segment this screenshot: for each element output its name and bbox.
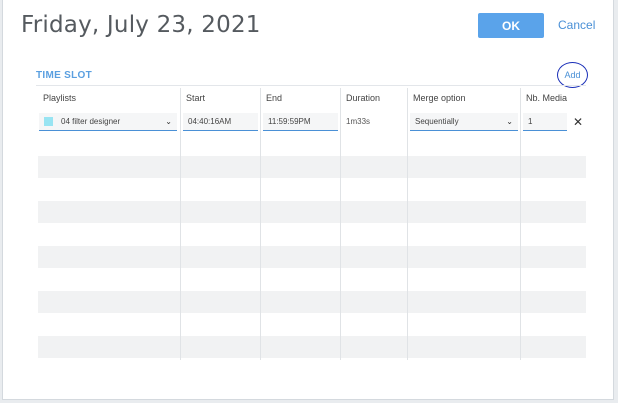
column-divider xyxy=(180,88,181,360)
table-row xyxy=(38,156,586,178)
table-row xyxy=(38,291,586,313)
header-nb-media: Nb. Media xyxy=(526,93,568,103)
end-time-input[interactable]: 11:59:59PM xyxy=(263,113,338,131)
header-playlists: Playlists xyxy=(43,93,77,103)
dialog: Friday, July 23, 2021 OK Cancel TIME SLO… xyxy=(2,0,614,400)
chevron-down-icon: ⌄ xyxy=(506,117,513,126)
start-time-input[interactable]: 04:40:16AM xyxy=(183,113,258,131)
dialog-title: Friday, July 23, 2021 xyxy=(21,12,261,38)
merge-option-select[interactable]: Sequentially ⌄ xyxy=(410,113,518,131)
cancel-link[interactable]: Cancel xyxy=(558,18,595,32)
header-start: Start xyxy=(186,93,206,103)
ok-button[interactable]: OK xyxy=(478,13,544,38)
table-row xyxy=(38,201,586,223)
time-slot-table: Playlists Start End Duration Merge optio… xyxy=(36,88,586,360)
header-end: End xyxy=(266,93,283,103)
playlist-color-swatch xyxy=(44,117,53,126)
section-divider xyxy=(36,85,586,86)
header-duration: Duration xyxy=(346,93,381,103)
table-header: Playlists Start End Duration Merge optio… xyxy=(36,88,586,110)
column-divider xyxy=(407,88,408,360)
table-row xyxy=(38,336,586,358)
column-divider xyxy=(260,88,261,360)
duration-value: 1m33s xyxy=(346,117,371,126)
column-divider xyxy=(340,88,341,360)
merge-option-value: Sequentially xyxy=(415,117,459,126)
section-label-time-slot: TIME SLOT xyxy=(36,70,93,81)
table-row xyxy=(38,246,586,268)
chevron-down-icon: ⌄ xyxy=(165,117,172,126)
playlist-value: 04 filter designer xyxy=(61,117,121,126)
header-merge-option: Merge option xyxy=(413,93,466,103)
close-icon[interactable]: ✕ xyxy=(573,115,583,129)
playlist-select[interactable]: 04 filter designer ⌄ xyxy=(39,113,177,131)
nb-media-input[interactable]: 1 xyxy=(523,113,567,131)
column-divider xyxy=(520,88,521,360)
